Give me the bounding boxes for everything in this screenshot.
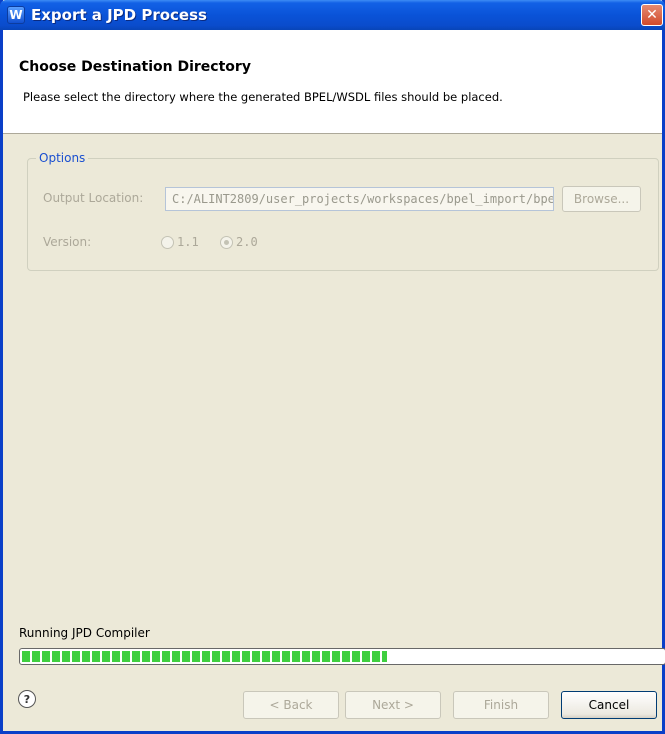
output-location-label: Output Location: — [43, 191, 144, 205]
finish-button[interactable]: Finish — [453, 691, 549, 719]
options-legend: Options — [36, 151, 89, 165]
back-button[interactable]: < Back — [243, 691, 339, 719]
progress-bar-fill — [22, 651, 387, 662]
version-2-0-radio[interactable] — [220, 235, 233, 249]
window-title: Export a JPD Process — [31, 6, 207, 24]
progress-status-text: Running JPD Compiler — [19, 626, 150, 640]
wizard-header: Choose Destination Directory Please sele… — [3, 30, 662, 134]
progress-bar — [19, 648, 665, 665]
version-1-1-option[interactable]: 1.1 — [161, 235, 199, 249]
version-1-1-label: 1.1 — [177, 235, 199, 249]
app-logo-icon: W — [7, 6, 25, 24]
version-2-0-label: 2.0 — [236, 235, 258, 249]
cancel-button[interactable]: Cancel — [561, 691, 657, 719]
title-bar[interactable]: W Export a JPD Process ✕ — [0, 0, 665, 30]
help-icon[interactable]: ? — [18, 690, 36, 708]
version-label: Version: — [43, 235, 92, 249]
close-button[interactable]: ✕ — [641, 4, 663, 26]
version-2-0-option[interactable]: 2.0 — [220, 235, 258, 249]
output-location-input[interactable]: C:/ALINT2809/user_projects/workspaces/bp… — [165, 187, 554, 211]
page-title: Choose Destination Directory — [19, 59, 251, 75]
page-description: Please select the directory where the ge… — [23, 90, 503, 104]
next-button[interactable]: Next > — [345, 691, 441, 719]
version-1-1-radio[interactable] — [161, 235, 174, 249]
options-group: Options Output Location: C:/ALINT2809/us… — [27, 151, 659, 271]
browse-button[interactable]: Browse... — [562, 186, 641, 212]
